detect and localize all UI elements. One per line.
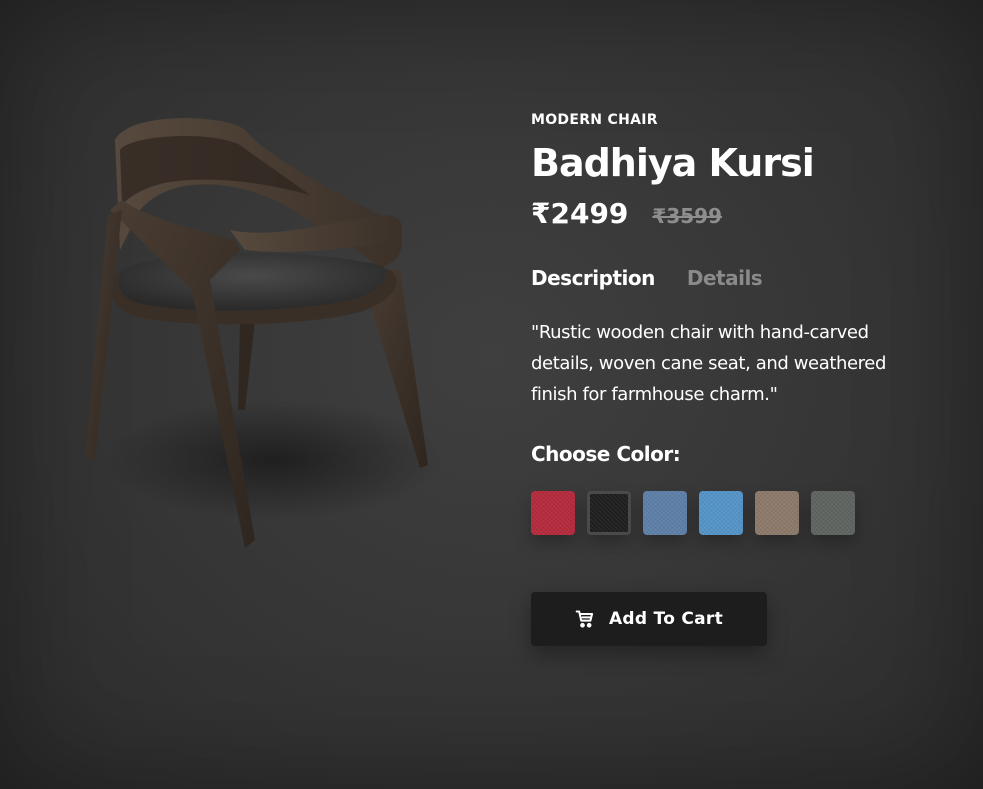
product-description: "Rustic wooden chair with hand-carved de… [531, 322, 886, 405]
color-swatch-beige[interactable] [755, 491, 799, 535]
product-title: Badhiya Kursi [531, 141, 815, 185]
color-swatches [531, 491, 867, 535]
tab-details[interactable]: Details [687, 266, 763, 290]
original-price: ₹3599 [652, 204, 723, 228]
color-swatch-denim-blue[interactable] [643, 491, 687, 535]
cart-icon [575, 609, 595, 629]
color-swatch-sky-blue[interactable] [699, 491, 743, 535]
color-picker-label: Choose Color: [531, 442, 681, 466]
color-swatch-grey[interactable] [811, 491, 855, 535]
color-swatch-red[interactable] [531, 491, 575, 535]
info-tabs: Description Details [531, 266, 763, 290]
tab-description[interactable]: Description [531, 266, 655, 290]
add-to-cart-button[interactable]: Add To Cart [531, 592, 767, 646]
chair-image [85, 118, 445, 548]
product-category: MODERN CHAIR [531, 112, 658, 128]
price-row: ₹2499 ₹3599 [531, 197, 722, 230]
color-swatch-black[interactable] [587, 491, 631, 535]
current-price: ₹2499 [531, 197, 629, 230]
add-to-cart-label: Add To Cart [608, 609, 724, 629]
